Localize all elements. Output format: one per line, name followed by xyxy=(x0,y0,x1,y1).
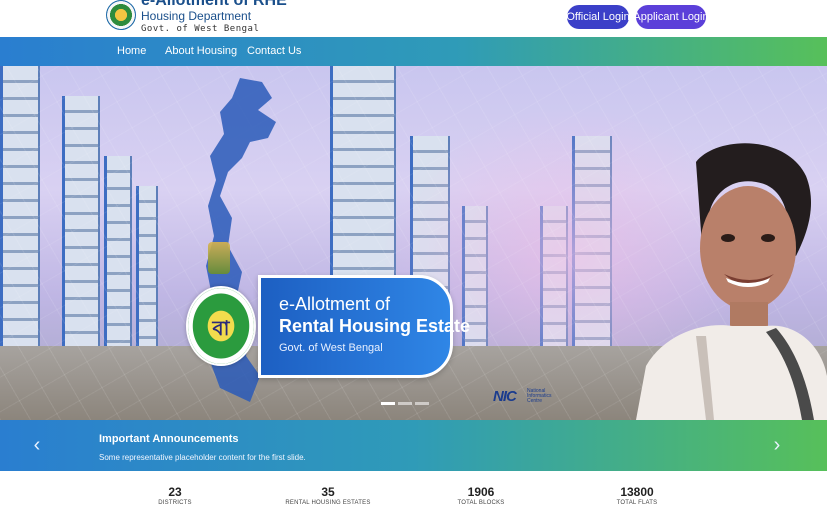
department-name: Housing Department xyxy=(141,9,252,23)
stat-total-blocks: 1906 TOTAL BLOCKS xyxy=(411,485,551,507)
announcement-title: Important Announcements xyxy=(99,433,239,445)
nav-home[interactable]: Home xyxy=(117,37,146,66)
applicant-login-button[interactable]: Applicant Login xyxy=(633,5,709,29)
stats-strip: 23 DISTRICTS 35 RENTAL HOUSING ESTATES 1… xyxy=(0,471,827,512)
official-login-button[interactable]: Official Login xyxy=(566,5,630,29)
carousel-indicator-1[interactable] xyxy=(381,402,395,405)
stat-districts: 23 DISTRICTS xyxy=(105,485,245,507)
housing-logo-icon[interactable] xyxy=(106,0,136,30)
stat-label: TOTAL FLATS xyxy=(616,500,658,506)
nic-logo: NIC National Informatics Centre xyxy=(493,388,553,408)
govt-name: Govt. of West Bengal xyxy=(141,24,260,34)
hero-line-1: e-Allotment of xyxy=(279,294,391,314)
stat-label: TOTAL BLOCKS xyxy=(457,500,505,506)
hero-caption-card: e-Allotment of Rental Housing Estate Gov… xyxy=(258,275,470,378)
hero-carousel: বা e-Allotment of Rental Housing Estate … xyxy=(0,66,827,420)
nic-logo-subtext: National Informatics Centre xyxy=(527,388,552,404)
biswa-bangla-seal-icon: বা xyxy=(186,286,256,366)
stat-value: 1906 xyxy=(467,485,495,499)
stat-value: 13800 xyxy=(620,485,654,499)
nav-about-housing[interactable]: About Housing xyxy=(165,37,237,66)
stat-label: RENTAL HOUSING ESTATES xyxy=(285,500,371,506)
announcement-bar: ‹ Important Announcements Some represent… xyxy=(0,420,827,471)
main-nav: Home About Housing Contact Us xyxy=(0,37,827,66)
nav-contact-us[interactable]: Contact Us xyxy=(247,37,301,66)
stat-rental-housing-estates: 35 RENTAL HOUSING ESTATES xyxy=(258,485,398,507)
carousel-indicator-2[interactable] xyxy=(398,402,412,405)
stat-label: DISTRICTS xyxy=(158,500,192,506)
stat-total-flats: 13800 TOTAL FLATS xyxy=(567,485,707,507)
chevron-right-icon[interactable]: › xyxy=(767,433,787,457)
state-emblem-icon xyxy=(208,242,230,274)
announcement-text: Some representative placeholder content … xyxy=(99,453,306,462)
hero-line-3: Govt. of West Bengal xyxy=(279,342,383,354)
site-header: e-Allotment of RHE Housing Department Go… xyxy=(0,0,827,37)
stat-value: 35 xyxy=(321,485,335,499)
seal-glyph: বা xyxy=(212,318,230,340)
carousel-indicator-3[interactable] xyxy=(415,402,429,405)
chief-minister-portrait xyxy=(636,143,827,420)
nic-logo-text: NIC xyxy=(493,388,517,405)
hero-line-2: Rental Housing Estate xyxy=(279,316,471,336)
chevron-left-icon[interactable]: ‹ xyxy=(27,433,47,457)
stat-value: 23 xyxy=(168,485,182,499)
